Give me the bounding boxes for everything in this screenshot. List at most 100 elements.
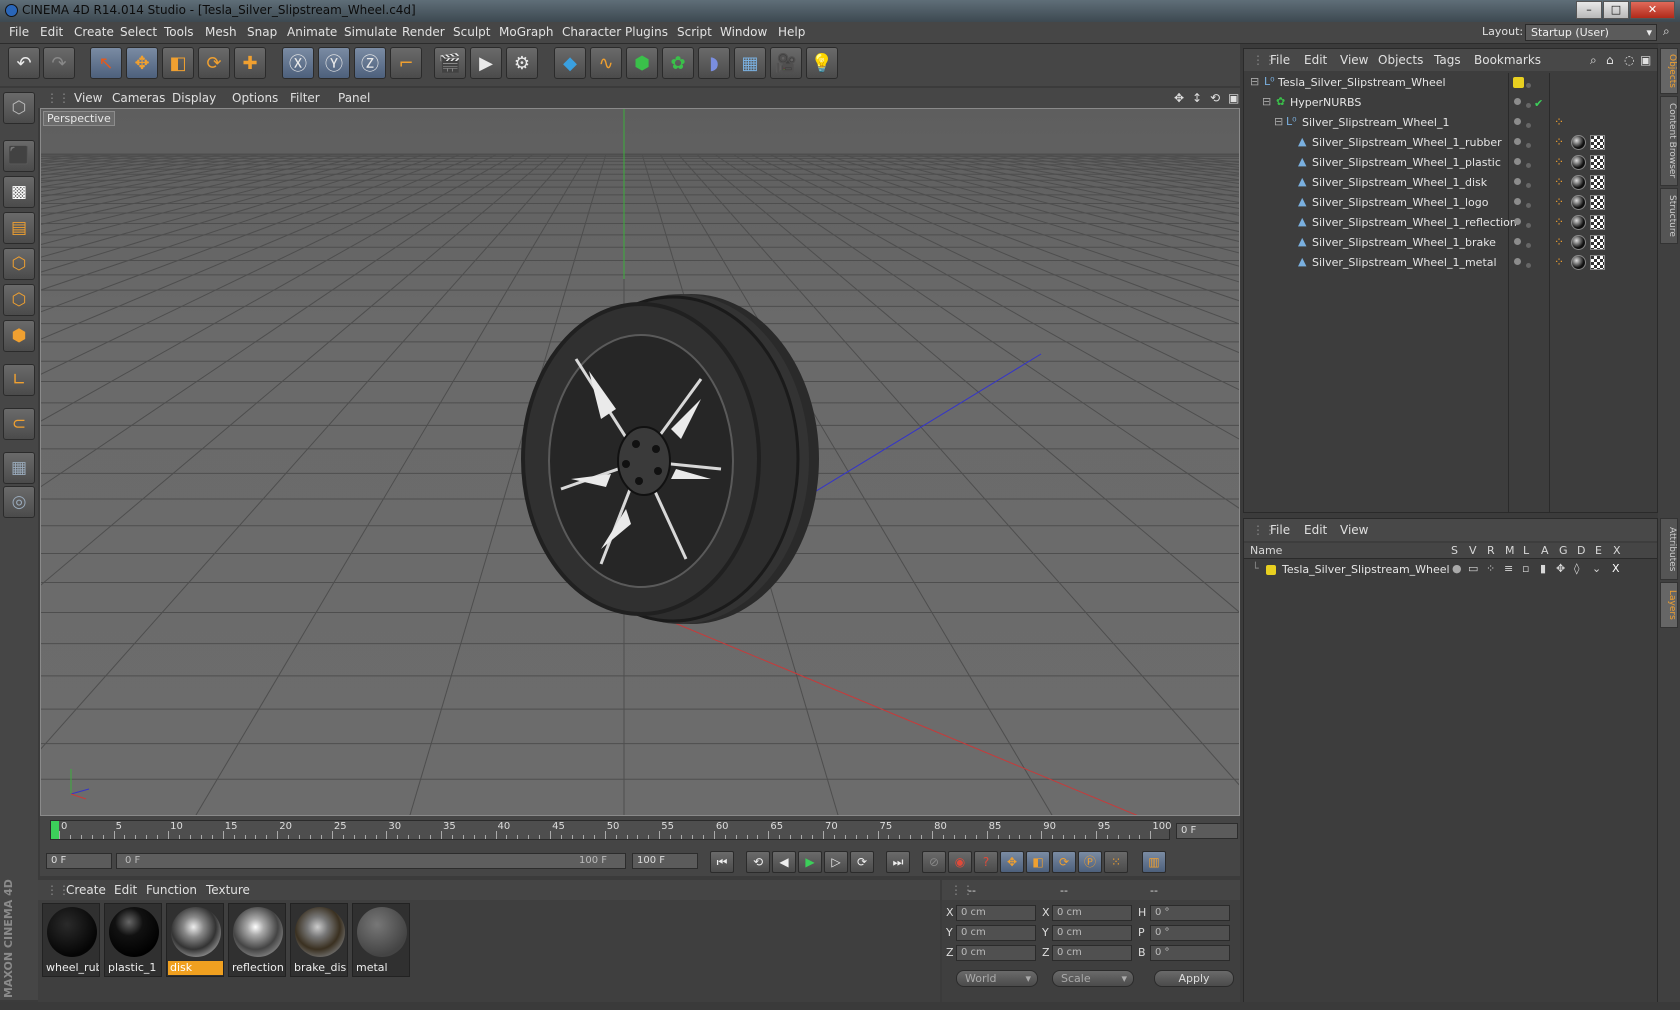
tab-layers[interactable]: Layers xyxy=(1660,582,1678,628)
edges-mode-icon[interactable]: ⬡ xyxy=(3,284,35,316)
new-window-icon[interactable]: ▣ xyxy=(1640,53,1651,67)
visibility-dot[interactable] xyxy=(1526,223,1531,228)
objects-menu-objects[interactable]: Objects xyxy=(1378,53,1423,67)
texture-mode-icon[interactable]: ▩ xyxy=(3,176,35,208)
material-plastic[interactable]: plastic_1 xyxy=(104,903,162,977)
viewport-menu-panel[interactable]: Panel xyxy=(338,91,370,105)
axis-mode-icon[interactable]: ∟ xyxy=(3,364,35,396)
objects-menu-bookmarks[interactable]: Bookmarks xyxy=(1474,53,1541,67)
material-tag-icon[interactable] xyxy=(1571,235,1586,250)
material-brake-disk[interactable]: brake_disk xyxy=(290,903,348,977)
expressions-icon[interactable]: ⌄ xyxy=(1592,562,1601,575)
objects-menu-view[interactable]: View xyxy=(1340,53,1368,67)
go-to-end-button[interactable]: ⏭ xyxy=(886,851,910,873)
maximize-view-icon[interactable]: ▣ xyxy=(1228,91,1239,105)
material-menu-create[interactable]: Create xyxy=(66,883,106,897)
next-key-button[interactable]: ⟳ xyxy=(850,851,874,873)
go-to-start-button[interactable]: ⏮ xyxy=(710,851,734,873)
maximize-button[interactable]: □ xyxy=(1603,1,1629,19)
visibility-dot[interactable] xyxy=(1514,198,1521,205)
object-row-disk[interactable]: ▲ Silver_Slipstream_Wheel_1_disk xyxy=(1244,173,1509,193)
material-wheel-rubber[interactable]: wheel_rubl xyxy=(42,903,100,977)
timeline[interactable]: 0 5 10 15 20 25 30 35 40 45 50 55 60 65 70 75 80 85 90 95 10… xyxy=(40,816,1240,848)
menu-snap[interactable]: Snap xyxy=(247,25,277,39)
uvw-tag-icon[interactable] xyxy=(1590,255,1605,270)
cube-primitive-button[interactable]: ◆ xyxy=(554,47,586,79)
pos-z-field[interactable]: 0 cm xyxy=(956,945,1036,961)
phong-tag-icon[interactable]: ⁘ xyxy=(1554,175,1564,189)
redo-button[interactable]: ↷ xyxy=(43,47,75,79)
uvw-tag-icon[interactable] xyxy=(1590,135,1605,150)
lock-icon[interactable]: ◌ xyxy=(1624,53,1634,67)
key-pla-button[interactable]: ⁙ xyxy=(1104,851,1128,873)
layer-row[interactable]: └ Tesla_Silver_Slipstream_Wheel ● ▭ ⁘ ≡ … xyxy=(1244,561,1657,579)
visibility-dot[interactable] xyxy=(1514,118,1521,125)
end-frame-field[interactable]: 100 F xyxy=(632,853,698,869)
render-icon[interactable]: ⁘ xyxy=(1486,562,1495,575)
uvw-tag-icon[interactable] xyxy=(1590,215,1605,230)
visibility-dot[interactable] xyxy=(1514,178,1521,185)
menu-mesh[interactable]: Mesh xyxy=(205,25,237,39)
spline-button[interactable]: ∿ xyxy=(590,47,622,79)
zoom-view-icon[interactable]: ↕ xyxy=(1192,91,1202,105)
viewport-menu-display[interactable]: Display xyxy=(172,91,216,105)
visibility-dot[interactable] xyxy=(1526,83,1531,88)
objects-menu-edit[interactable]: Edit xyxy=(1304,53,1327,67)
menu-file[interactable]: File xyxy=(9,25,29,39)
frame-range-slider[interactable]: 0 F 100 F xyxy=(116,853,626,869)
visibility-dot[interactable] xyxy=(1526,183,1531,188)
floor-button[interactable]: ▦ xyxy=(734,47,766,79)
undo-button[interactable]: ↶ xyxy=(8,47,40,79)
rotate-tool-button[interactable]: ⟳ xyxy=(198,47,230,79)
rot-p-field[interactable]: 0 ° xyxy=(1150,925,1230,941)
previous-key-button[interactable]: ⟲ xyxy=(746,851,770,873)
timeline-window-button[interactable]: ▥ xyxy=(1142,851,1166,873)
menu-help[interactable]: Help xyxy=(778,25,805,39)
menu-select[interactable]: Select xyxy=(120,25,157,39)
collapse-icon[interactable]: ⊟ xyxy=(1262,95,1271,108)
perspective-viewport[interactable]: Perspective xyxy=(40,108,1240,816)
menu-create[interactable]: Create xyxy=(74,25,114,39)
visibility-dot[interactable] xyxy=(1526,203,1531,208)
phong-tag-icon[interactable]: ⁘ xyxy=(1554,215,1564,229)
home-icon[interactable]: ⌂ xyxy=(1606,53,1614,67)
menu-script[interactable]: Script xyxy=(677,25,712,39)
key-position-button[interactable]: ✥ xyxy=(1000,851,1024,873)
play-button[interactable]: ▶ xyxy=(798,851,822,873)
uvw-tag-icon[interactable] xyxy=(1590,195,1605,210)
keyframe-selection-button[interactable]: ? xyxy=(974,851,998,873)
visibility-dot[interactable] xyxy=(1526,143,1531,148)
material-menu-edit[interactable]: Edit xyxy=(114,883,137,897)
workplane-rotate-icon[interactable]: ◎ xyxy=(3,486,35,518)
objects-menu-file[interactable]: File xyxy=(1270,53,1290,67)
uvw-tag-icon[interactable] xyxy=(1590,235,1605,250)
menu-render[interactable]: Render xyxy=(402,25,445,39)
visibility-dot[interactable] xyxy=(1514,158,1521,165)
visibility-dot[interactable] xyxy=(1514,218,1521,225)
coordinate-mode-select[interactable]: World ▾ xyxy=(956,970,1038,987)
menu-simulate[interactable]: Simulate xyxy=(344,25,397,39)
move-tool-button[interactable]: ✥ xyxy=(126,47,158,79)
object-row-reflection[interactable]: ▲ Silver_Slipstream_Wheel_1_reflection xyxy=(1244,213,1517,233)
manager-icon[interactable]: ≡ xyxy=(1504,562,1513,575)
object-row-metal[interactable]: ▲ Silver_Slipstream_Wheel_1_metal xyxy=(1244,253,1509,273)
visibility-dot[interactable] xyxy=(1514,258,1521,265)
material-menu-function[interactable]: Function xyxy=(146,883,197,897)
layer-color-swatch[interactable] xyxy=(1266,565,1276,575)
playhead[interactable] xyxy=(51,821,59,839)
key-scale-button[interactable]: ◧ xyxy=(1026,851,1050,873)
live-selection-button[interactable]: ↖ xyxy=(90,47,122,79)
object-row-silver-slipstream-wheel-1[interactable]: ⊟ L⁰ Silver_Slipstream_Wheel_1 xyxy=(1244,113,1509,133)
uvw-tag-icon[interactable] xyxy=(1590,155,1605,170)
layers-menu-edit[interactable]: Edit xyxy=(1304,523,1327,537)
tab-attributes[interactable]: Attributes xyxy=(1660,518,1678,580)
visibility-dot[interactable] xyxy=(1514,138,1521,145)
material-tag-icon[interactable] xyxy=(1571,175,1586,190)
visibility-dot[interactable] xyxy=(1514,238,1521,245)
deformer-button[interactable]: ◗ xyxy=(698,47,730,79)
menu-edit[interactable]: Edit xyxy=(40,25,63,39)
create-tool-button[interactable]: ✚ xyxy=(234,47,266,79)
menu-tools[interactable]: Tools xyxy=(164,25,194,39)
rotate-view-icon[interactable]: ⟲ xyxy=(1210,91,1220,105)
object-row-tesla-silver-slipstream-wheel[interactable]: ⊟ L⁰ Tesla_Silver_Slipstream_Wheel xyxy=(1244,73,1509,93)
